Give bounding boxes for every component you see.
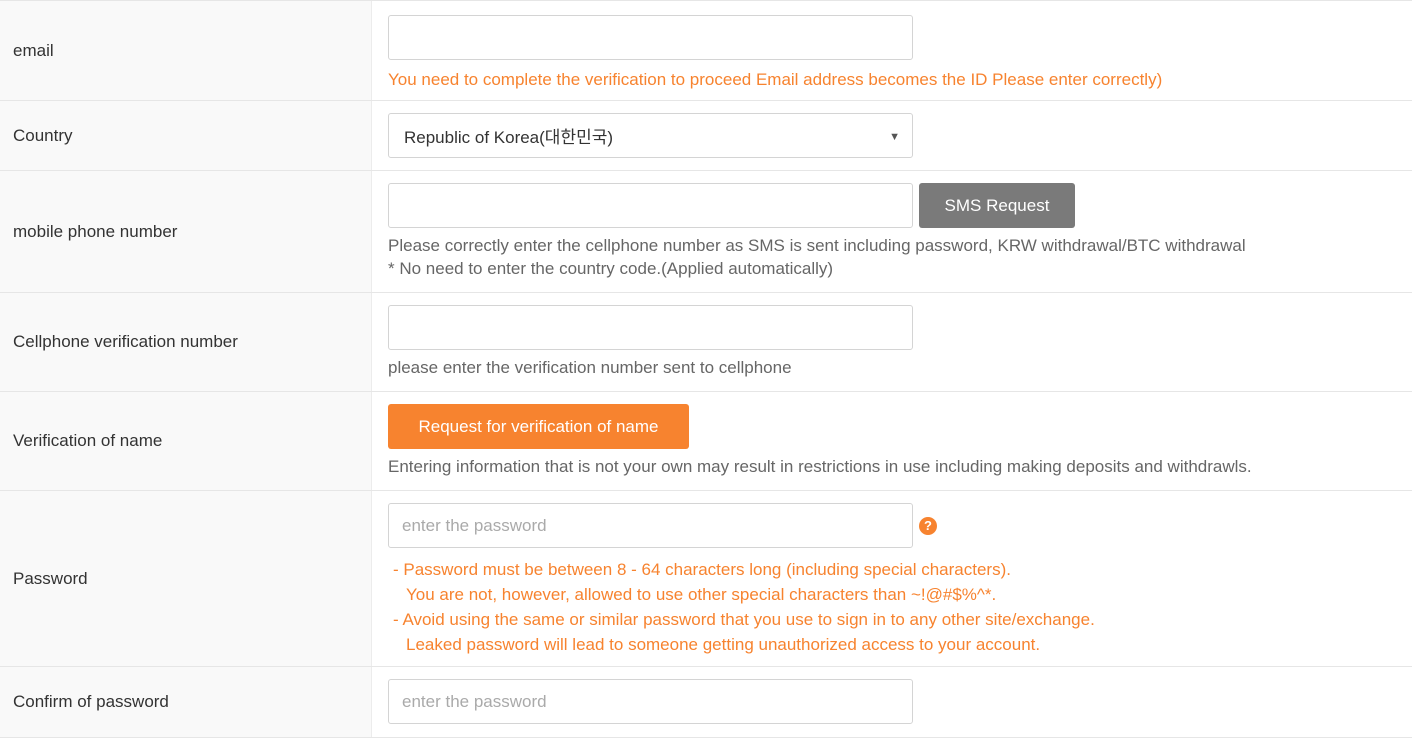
name-verification-label: Verification of name xyxy=(0,392,372,490)
email-field-cell: You need to complete the verification to… xyxy=(372,1,1412,100)
password-input-group: enter the password ? xyxy=(388,503,1412,548)
email-label: email xyxy=(0,1,372,100)
mobile-phone-input[interactable] xyxy=(388,183,913,228)
confirm-password-label: Confirm of password xyxy=(0,667,372,737)
confirm-password-row: Confirm of password enter the password xyxy=(0,667,1412,738)
confirm-password-input[interactable]: enter the password xyxy=(388,679,913,724)
country-field-cell: Republic of Korea(대한민국) ▼ xyxy=(372,101,1412,170)
verification-code-field-cell: please enter the verification number sen… xyxy=(372,293,1412,391)
country-label: Country xyxy=(0,101,372,170)
password-rule-reuse: - Avoid using the same or similar passwo… xyxy=(393,610,1095,629)
email-input[interactable] xyxy=(388,15,913,60)
verification-code-label: Cellphone verification number xyxy=(0,293,372,391)
mobile-field-cell: SMS Request Please correctly enter the c… xyxy=(372,171,1412,292)
help-icon[interactable]: ? xyxy=(919,516,937,535)
country-row: Country Republic of Korea(대한민국) ▼ xyxy=(0,101,1412,171)
verification-code-input[interactable] xyxy=(388,305,913,350)
email-row: email You need to complete the verificat… xyxy=(0,1,1412,101)
password-row: Password enter the password ? - Password… xyxy=(0,491,1412,667)
verification-code-row: Cellphone verification number please ent… xyxy=(0,293,1412,392)
password-rules: - Password must be between 8 - 64 charac… xyxy=(388,557,1412,657)
password-rule-length: - Password must be between 8 - 64 charac… xyxy=(393,560,1011,579)
password-input[interactable]: enter the password xyxy=(388,503,913,548)
name-verification-field-cell: Request for verification of name Enterin… xyxy=(372,392,1412,490)
email-note: You need to complete the verification to… xyxy=(388,70,1163,89)
name-verification-row: Verification of name Request for verific… xyxy=(0,392,1412,491)
mobile-label: mobile phone number xyxy=(0,171,372,292)
password-rule-leak: Leaked password will lead to someone get… xyxy=(406,635,1041,654)
password-rule-special-chars: You are not, however, allowed to use oth… xyxy=(406,585,997,604)
mobile-row: mobile phone number SMS Request Please c… xyxy=(0,171,1412,293)
password-label: Password xyxy=(0,491,372,666)
chevron-down-icon: ▼ xyxy=(889,131,900,143)
password-field-cell: enter the password ? - Password must be … xyxy=(372,491,1412,666)
country-select[interactable]: Republic of Korea(대한민국) ▼ xyxy=(388,113,913,158)
sms-request-button[interactable]: SMS Request xyxy=(919,183,1075,228)
name-verification-button[interactable]: Request for verification of name xyxy=(388,404,689,449)
mobile-input-group: SMS Request xyxy=(388,183,1412,228)
country-code-note: * No need to enter the country code.(App… xyxy=(388,259,834,278)
signup-form: email You need to complete the verificat… xyxy=(0,0,1412,738)
name-verification-note: Entering information that is not your ow… xyxy=(388,457,1252,476)
verification-code-note: please enter the verification number sen… xyxy=(388,358,792,377)
confirm-password-field-cell: enter the password xyxy=(372,667,1412,737)
mobile-note: Please correctly enter the cellphone num… xyxy=(388,236,1246,255)
country-selected-value: Republic of Korea(대한민국) xyxy=(404,128,614,147)
